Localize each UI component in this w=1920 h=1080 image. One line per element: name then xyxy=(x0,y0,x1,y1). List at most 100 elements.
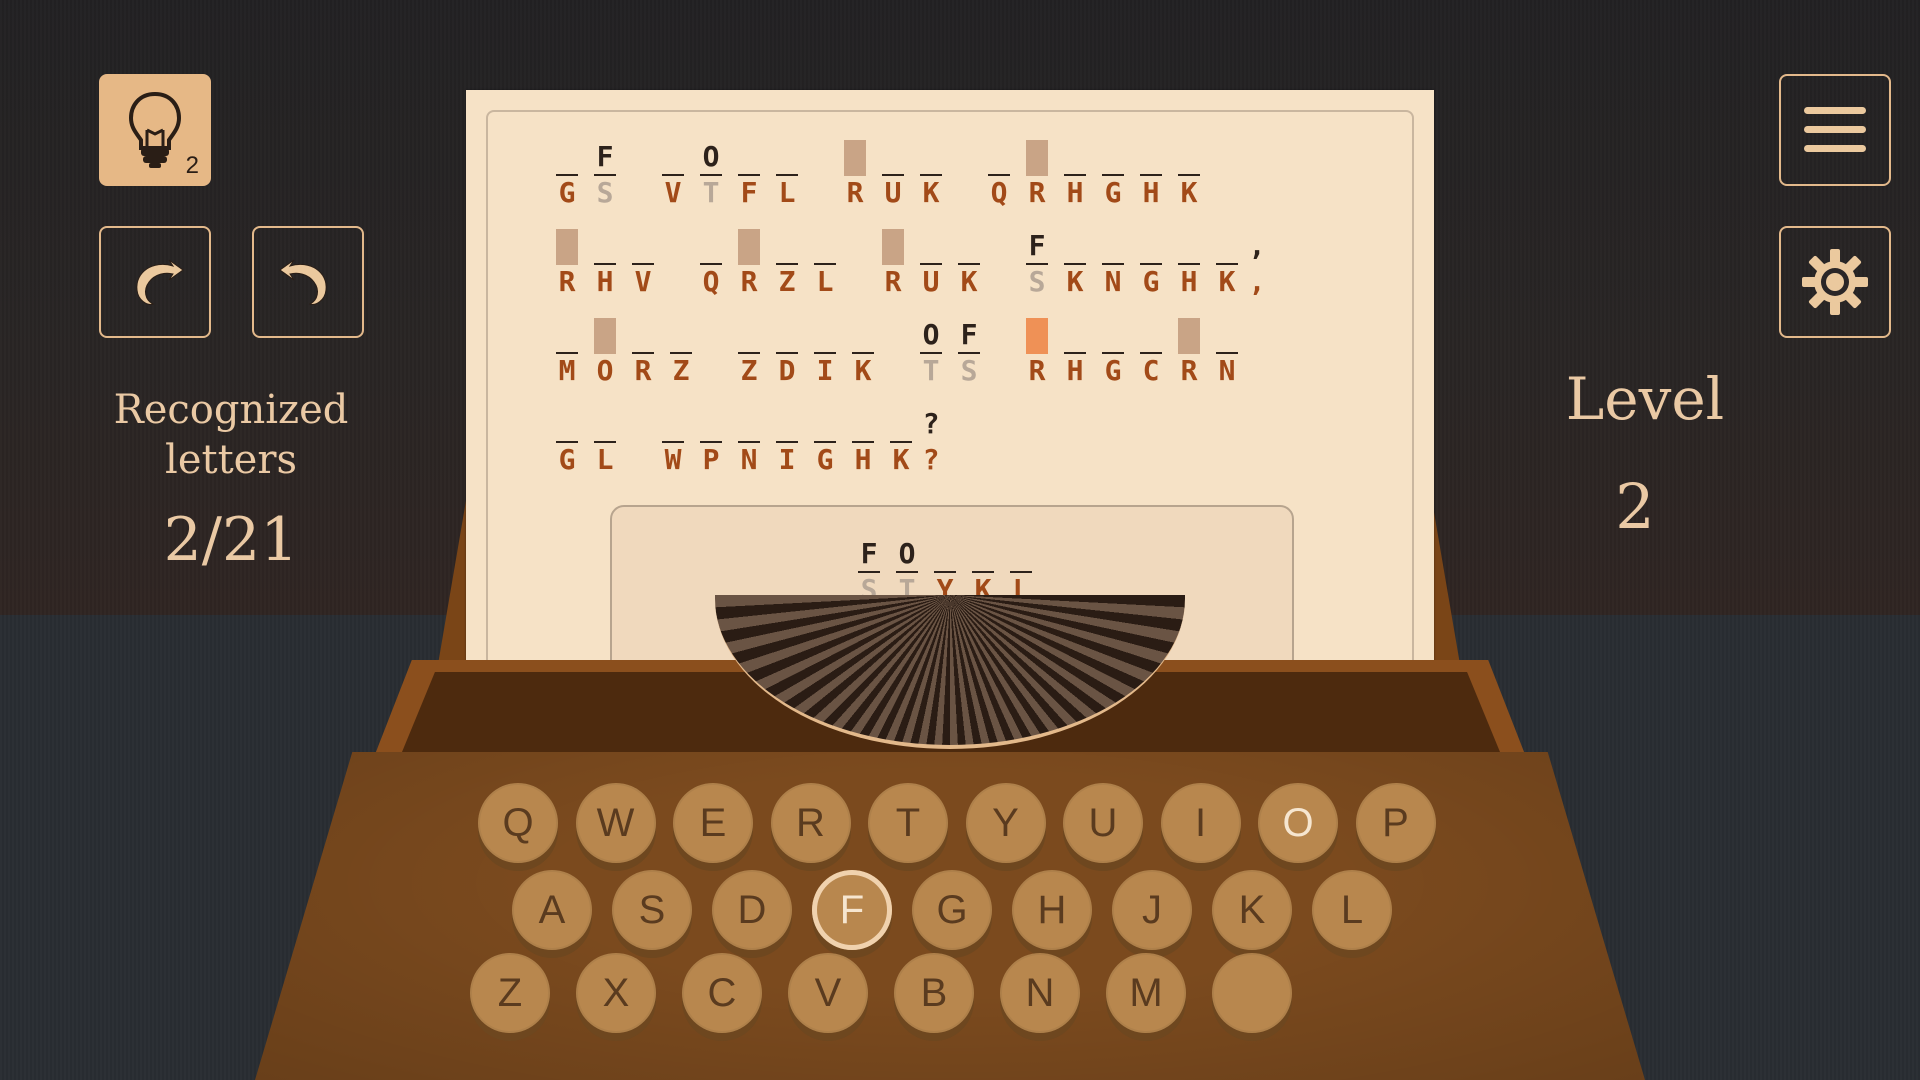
letter-cell[interactable]: K xyxy=(844,308,882,387)
key-r[interactable]: R xyxy=(770,783,851,863)
letter-cell[interactable]: I xyxy=(806,308,844,387)
letter-cell[interactable]: H xyxy=(844,397,882,476)
key-o[interactable]: O xyxy=(1258,783,1338,863)
letter-cell[interactable]: H xyxy=(1056,130,1094,209)
letter-cell[interactable]: P xyxy=(692,397,730,476)
letter-cell[interactable]: OT xyxy=(888,527,926,606)
key-v[interactable]: V xyxy=(788,953,868,1033)
key-f[interactable]: F xyxy=(812,870,892,950)
letter-cell[interactable]: G xyxy=(1094,308,1132,387)
letter-cell[interactable]: OT xyxy=(912,308,950,387)
letter-cell[interactable]: L xyxy=(586,397,624,476)
undo-button[interactable] xyxy=(99,226,211,338)
letter-cell[interactable]: O xyxy=(586,308,624,387)
letter-cell[interactable]: Q xyxy=(692,219,730,298)
letter-cell[interactable]: K xyxy=(882,397,920,476)
letter-cell[interactable]: K xyxy=(1208,219,1246,298)
letter-cell[interactable]: N xyxy=(1208,308,1246,387)
key-i[interactable]: I xyxy=(1160,783,1241,863)
key-n[interactable]: N xyxy=(1000,953,1080,1033)
letter-cell[interactable]: Z xyxy=(662,308,700,387)
letter-cell[interactable]: V xyxy=(624,219,662,298)
key-s[interactable]: S xyxy=(612,870,692,950)
letter-cell[interactable]: FS xyxy=(586,130,624,209)
letter-cell[interactable]: D xyxy=(768,308,806,387)
key-q[interactable]: Q xyxy=(478,783,558,863)
guess-letter: , xyxy=(1248,229,1266,262)
letter-cell[interactable]: N xyxy=(730,397,768,476)
letter-cell[interactable]: H xyxy=(1056,308,1094,387)
letter-cell[interactable]: H xyxy=(586,219,624,298)
letter-cell[interactable]: FS xyxy=(950,308,988,387)
key-u[interactable]: U xyxy=(1063,783,1143,863)
key-c[interactable]: C xyxy=(682,953,762,1033)
letter-cell[interactable]: L xyxy=(806,219,844,298)
letter-cell[interactable]: R xyxy=(1018,308,1056,387)
letter-cell[interactable]: G xyxy=(548,130,586,209)
letter-cell[interactable]: R xyxy=(1018,130,1056,209)
letter-cell[interactable]: R xyxy=(1170,308,1208,387)
letter-cell[interactable]: V xyxy=(654,130,692,209)
key-g[interactable]: G xyxy=(912,870,992,950)
letter-cell[interactable]: Y xyxy=(926,527,964,606)
key-e[interactable]: E xyxy=(673,783,753,863)
cipher-letter: M xyxy=(558,354,576,387)
letter-cell[interactable]: K xyxy=(964,527,1002,606)
cipher-letter: T xyxy=(702,176,720,209)
key-k[interactable]: K xyxy=(1212,870,1292,950)
menu-button[interactable] xyxy=(1779,74,1891,186)
cipher-letter: G xyxy=(1104,354,1122,387)
letter-cell[interactable]: C xyxy=(1132,308,1170,387)
key-p[interactable]: P xyxy=(1355,783,1436,863)
key-j[interactable]: J xyxy=(1112,870,1192,950)
letter-cell[interactable]: FS xyxy=(1018,219,1056,298)
letter-cell[interactable]: G xyxy=(1132,219,1170,298)
letter-cell[interactable]: N xyxy=(1094,219,1132,298)
key-b[interactable]: B xyxy=(894,953,974,1033)
letter-cell[interactable]: Q xyxy=(980,130,1018,209)
key-blank[interactable] xyxy=(1212,953,1292,1033)
letter-cell[interactable]: G xyxy=(1094,130,1132,209)
key-h[interactable]: H xyxy=(1012,870,1092,950)
letter-cell[interactable]: R xyxy=(874,219,912,298)
key-l[interactable]: L xyxy=(1312,870,1392,950)
key-t[interactable]: T xyxy=(868,783,948,863)
letter-cell[interactable]: L xyxy=(1002,527,1040,606)
letter-cell[interactable]: F xyxy=(730,130,768,209)
cipher-letter: F xyxy=(740,176,758,209)
key-w[interactable]: W xyxy=(575,783,656,863)
key-x[interactable]: X xyxy=(576,953,656,1033)
key-a[interactable]: A xyxy=(512,870,592,950)
letter-cell[interactable]: R xyxy=(836,130,874,209)
cipher-letter: K xyxy=(1066,265,1084,298)
key-y[interactable]: Y xyxy=(965,783,1046,863)
letter-cell[interactable]: R xyxy=(730,219,768,298)
key-z[interactable]: Z xyxy=(470,953,550,1033)
letter-cell[interactable]: H xyxy=(1132,130,1170,209)
letter-cell[interactable]: FS xyxy=(850,527,888,606)
key-d[interactable]: D xyxy=(712,870,792,950)
letter-cell[interactable]: G xyxy=(548,397,586,476)
redo-button[interactable] xyxy=(252,226,364,338)
settings-button[interactable] xyxy=(1779,226,1891,338)
letter-cell[interactable]: G xyxy=(806,397,844,476)
letter-cell[interactable]: U xyxy=(874,130,912,209)
hint-button[interactable]: 2 xyxy=(99,74,211,186)
letter-cell[interactable]: M xyxy=(548,308,586,387)
letter-cell[interactable]: W xyxy=(654,397,692,476)
letter-cell[interactable]: U xyxy=(912,219,950,298)
letter-cell[interactable]: H xyxy=(1170,219,1208,298)
letter-cell[interactable]: R xyxy=(624,308,662,387)
letter-cell[interactable]: Z xyxy=(768,219,806,298)
letter-cell[interactable]: K xyxy=(1170,130,1208,209)
guess-letter xyxy=(738,318,760,354)
letter-cell[interactable]: OT xyxy=(692,130,730,209)
key-m[interactable]: M xyxy=(1106,953,1186,1033)
letter-cell[interactable]: K xyxy=(1056,219,1094,298)
letter-cell[interactable]: Z xyxy=(730,308,768,387)
letter-cell[interactable]: K xyxy=(912,130,950,209)
letter-cell[interactable]: I xyxy=(768,397,806,476)
letter-cell[interactable]: K xyxy=(950,219,988,298)
letter-cell[interactable]: L xyxy=(768,130,806,209)
letter-cell[interactable]: R xyxy=(548,219,586,298)
